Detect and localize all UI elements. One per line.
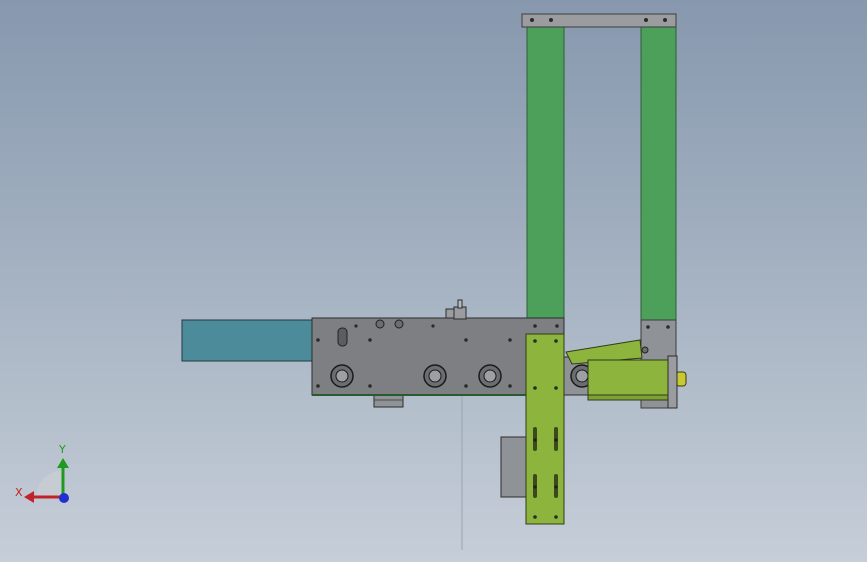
housing-foot[interactable] [373,394,404,408]
axis-x-label: X [15,486,23,499]
right-frame-upright[interactable] [640,24,677,324]
left-frame-upright[interactable] [526,24,565,324]
top-lug-right [394,319,404,329]
pneumatic-cylinder[interactable] [181,319,313,362]
bearing-3 [478,364,502,388]
cad-graphics-viewport[interactable]: Y X [0,0,867,562]
assembly-model[interactable] [0,0,867,562]
top-fitting[interactable] [453,306,467,320]
bearing-1 [330,364,354,388]
drive-motor-block[interactable] [587,359,669,401]
top-crossbar[interactable] [521,13,677,28]
mounting-bracket[interactable] [525,333,565,525]
bearing-2 [423,364,447,388]
coordinate-triad-icon [24,458,69,503]
axis-y-label: Y [59,443,66,456]
top-lug-left [375,319,385,329]
housing-slot [337,327,348,347]
